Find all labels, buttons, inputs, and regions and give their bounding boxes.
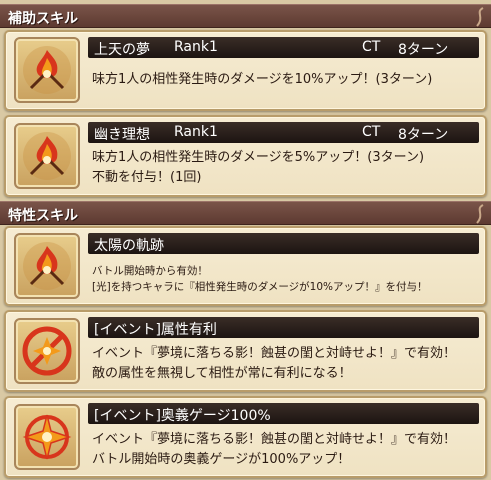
skill-description-line-2: バトル開始時の奥義ゲージが100%アップ！ <box>92 452 351 467</box>
skill-name: [イベント]奥義ゲージ100% <box>94 408 271 424</box>
support-skill-card-2[interactable]: 幽き理想 Rank1 CT 8ターン 味方1人の相性発生時のダメージを5%アップ… <box>4 115 487 197</box>
skill-name: 太陽の軌跡 <box>94 238 164 254</box>
skill-ct-value: 8ターン <box>398 42 449 58</box>
flame-sword-icon <box>23 242 71 290</box>
skill-description-line-2: 不動を付与！(1回) <box>92 170 202 185</box>
skill-name: 上天の夢 <box>94 42 150 58</box>
skill-name-bar: [イベント]奥義ゲージ100% <box>88 403 479 424</box>
skill-description-line-2: 敵の属性を無視して相性が常に有利になる！ <box>92 366 352 381</box>
skill-icon-frame <box>14 37 80 103</box>
trait-skill-card-1[interactable]: 太陽の軌跡 バトル開始時から有効！ [光]を持つキャラに『相性発生時のダメージが… <box>4 226 487 306</box>
skill-name-bar: [イベント]属性有利 <box>88 317 479 338</box>
trait-skill-card-3[interactable]: [イベント]奥義ゲージ100% イベント『夢境に落ちる影！蝕甚の閨と対峙せよ！』… <box>4 396 487 478</box>
skill-rank: Rank1 <box>174 39 218 55</box>
support-skills-title: 補助スキル <box>8 11 78 27</box>
trait-skills-title: 特性スキル <box>8 208 78 224</box>
skill-ct-label: CT <box>362 124 381 140</box>
flame-sword-icon <box>23 46 71 94</box>
skill-name: 幽き理想 <box>94 127 150 143</box>
skill-icon-frame <box>14 123 80 189</box>
skill-description-line-1: 味方1人の相性発生時のダメージを5%アップ！(3ターン) <box>92 150 425 165</box>
skill-name: [イベント]属性有利 <box>94 322 217 338</box>
skill-description: 味方1人の相性発生時のダメージを10%アップ！(3ターン) <box>92 72 433 87</box>
skill-icon-frame <box>14 404 80 470</box>
trait-skills-header: 特性スキル <box>0 201 491 225</box>
skill-name-bar: 上天の夢 Rank1 CT 8ターン <box>88 37 479 58</box>
skill-name-bar: 幽き理想 Rank1 CT 8ターン <box>88 122 479 143</box>
skill-rank: Rank1 <box>174 124 218 140</box>
skill-name-bar: 太陽の軌跡 <box>88 233 479 254</box>
header-flourish-icon <box>476 7 484 27</box>
skill-description-line-1: バトル開始時から有効！ <box>92 265 208 277</box>
skill-description-line-1: イベント『夢境に落ちる影！蝕甚の閨と対峙せよ！』で有効！ <box>92 432 457 447</box>
header-flourish-icon <box>476 204 484 224</box>
skill-description-line-2: [光]を持つキャラに『相性発生時のダメージが10%アップ！』を付与！ <box>92 281 428 293</box>
skill-icon-frame <box>14 318 80 384</box>
ougi-gauge-icon <box>22 414 72 460</box>
skill-ct-value: 8ターン <box>398 127 449 143</box>
support-skills-header: 補助スキル <box>0 4 491 28</box>
support-skill-card-1[interactable]: 上天の夢 Rank1 CT 8ターン 味方1人の相性発生時のダメージを10%アッ… <box>4 30 487 111</box>
flame-sword-icon <box>23 132 71 180</box>
trait-skill-card-2[interactable]: [イベント]属性有利 イベント『夢境に落ちる影！蝕甚の閨と対峙せよ！』で有効！ … <box>4 310 487 392</box>
skill-icon-frame <box>14 233 80 299</box>
skill-ct-label: CT <box>362 39 381 55</box>
skill-description-line-1: イベント『夢境に落ちる影！蝕甚の閨と対峙せよ！』で有効！ <box>92 346 457 361</box>
element-advantage-icon <box>22 326 72 376</box>
